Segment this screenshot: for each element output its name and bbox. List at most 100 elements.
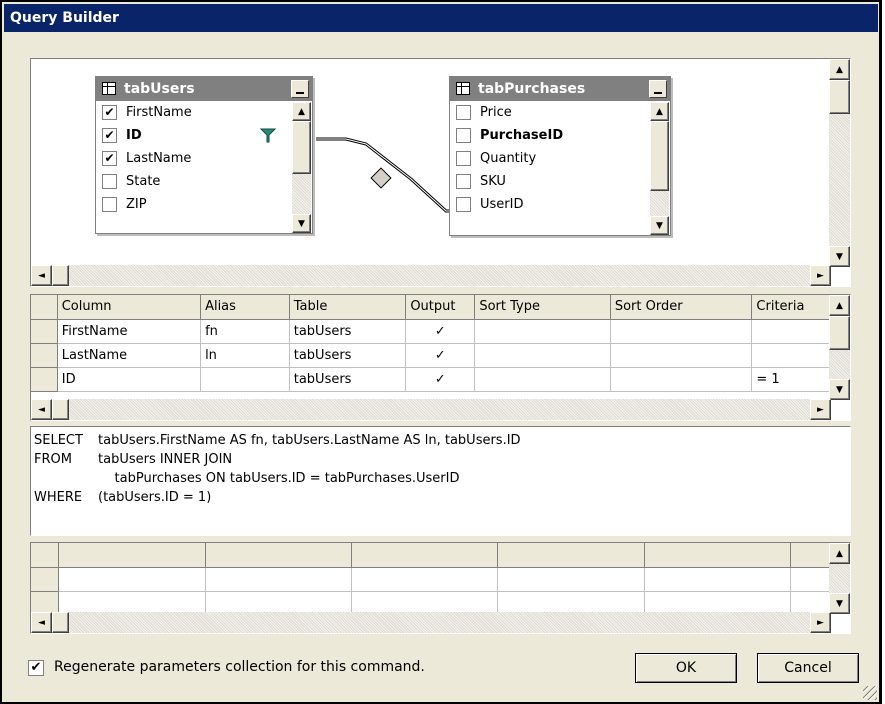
column-header[interactable] (497, 543, 645, 568)
scroll-left-icon[interactable]: ◄ (31, 265, 52, 286)
table-title-tabpurchases[interactable]: tabPurchases (450, 77, 670, 101)
column-checkbox[interactable]: ✔ (102, 128, 117, 143)
row-header[interactable] (31, 567, 60, 592)
table-column-item[interactable]: ✔ LastName (96, 147, 312, 170)
minimize-icon[interactable] (649, 80, 667, 98)
scroll-thumb[interactable] (292, 121, 311, 174)
cancel-button[interactable]: Cancel (757, 653, 859, 683)
criteria-grid-pane[interactable]: Column Alias Table Output Sort Type Sort Orde… (30, 294, 851, 421)
column-header[interactable] (58, 543, 206, 568)
sql-pane[interactable]: SELECT tabUsers.FirstName AS fn, tabUsers… (30, 426, 851, 536)
grid-cell[interactable] (205, 567, 353, 592)
table-column-item[interactable]: ZIP (96, 193, 312, 216)
diagram-vscroll[interactable]: ▲ ▼ (829, 59, 850, 267)
table-row[interactable] (31, 567, 831, 592)
table-column-item[interactable]: Quantity (450, 147, 670, 170)
scroll-up-icon[interactable]: ▲ (292, 102, 311, 121)
grid-cell[interactable] (610, 319, 753, 344)
diagram-pane[interactable]: tabUsers ✔ FirstName ✔ ID ✔ LastName State ZIP … (30, 58, 851, 287)
grid-cell[interactable] (474, 343, 611, 368)
column-header[interactable] (205, 543, 353, 568)
column-header[interactable] (790, 543, 831, 568)
grid-cell[interactable]: ln (200, 343, 290, 368)
scroll-up-icon[interactable]: ▲ (650, 102, 669, 121)
grid-cell[interactable]: fn (200, 319, 290, 344)
grid-cell[interactable] (751, 343, 831, 368)
column-checkbox[interactable] (456, 197, 471, 212)
table-column-item[interactable]: Price (450, 101, 670, 124)
scroll-up-icon[interactable]: ▲ (829, 59, 850, 80)
row-header[interactable] (31, 543, 60, 568)
grid-cell[interactable]: tabUsers (289, 319, 407, 344)
scroll-down-icon[interactable]: ▼ (650, 216, 669, 235)
column-header[interactable]: Sort Type (474, 295, 611, 320)
row-header[interactable] (31, 591, 60, 614)
scroll-left-icon[interactable]: ◄ (31, 399, 52, 420)
column-header[interactable] (351, 543, 499, 568)
column-checkbox[interactable]: ✔ (102, 151, 117, 166)
minimize-icon[interactable] (291, 80, 309, 98)
column-header[interactable]: Sort Order (610, 295, 753, 320)
column-header[interactable]: Column (57, 295, 202, 320)
ok-button[interactable]: OK (635, 653, 737, 683)
column-header[interactable]: Criteria (751, 295, 831, 320)
row-header[interactable] (31, 367, 58, 392)
grid-cell[interactable] (474, 319, 611, 344)
column-checkbox[interactable] (456, 105, 471, 120)
regenerate-label[interactable]: Regenerate parameters collection for thi… (54, 659, 425, 675)
row-header[interactable] (31, 319, 58, 344)
table-box-tabpurchases[interactable]: tabPurchases Price PurchaseID Quantity SKU U… (449, 76, 671, 236)
grid-cell[interactable] (751, 319, 831, 344)
column-header[interactable]: Alias (200, 295, 290, 320)
grid-cell[interactable]: ✓ (405, 343, 476, 368)
scroll-right-icon[interactable]: ► (810, 265, 831, 286)
grid-cell[interactable] (644, 567, 792, 592)
table-column-item[interactable]: ✔ FirstName (96, 101, 312, 124)
grid-cell[interactable]: ✓ (405, 367, 476, 392)
grid-hscroll[interactable]: ◄ ► (31, 399, 831, 420)
column-checkbox[interactable] (102, 197, 117, 212)
grid-vscroll[interactable]: ▲ ▼ (829, 295, 850, 400)
grid-cell[interactable] (351, 567, 499, 592)
table-column-item[interactable]: ✔ ID (96, 124, 312, 147)
scroll-thumb[interactable] (829, 80, 850, 114)
table-column-item[interactable]: SKU (450, 170, 670, 193)
scroll-thumb[interactable] (650, 121, 669, 191)
column-header[interactable]: Table (289, 295, 407, 320)
column-header[interactable] (644, 543, 792, 568)
diagram-hscroll[interactable]: ◄ ► (31, 265, 831, 286)
grid-cell[interactable]: = 1 (751, 367, 831, 392)
column-checkbox[interactable] (456, 174, 471, 189)
grid-cell[interactable] (610, 367, 753, 392)
scroll-thumb[interactable] (829, 316, 850, 350)
table-row[interactable]: ID tabUsers ✓ = 1 (31, 367, 831, 392)
grid-cell[interactable] (58, 591, 206, 614)
table-scrollbar[interactable]: ▲ ▼ (650, 102, 669, 235)
grid-cell[interactable]: ✓ (405, 319, 476, 344)
scroll-thumb[interactable] (52, 612, 69, 633)
table-row[interactable]: FirstName fn tabUsers ✓ (31, 319, 831, 344)
table-row[interactable] (31, 591, 831, 614)
column-checkbox[interactable] (456, 128, 471, 143)
grid-cell[interactable]: tabUsers (289, 367, 407, 392)
scroll-right-icon[interactable]: ► (810, 399, 831, 420)
grid-cell[interactable] (205, 591, 353, 614)
column-header[interactable]: Output (405, 295, 476, 320)
grid-corner[interactable] (31, 295, 58, 320)
results-hscroll[interactable]: ◄ ► (31, 612, 831, 633)
table-column-item[interactable]: State (96, 170, 312, 193)
grid-cell[interactable]: ID (57, 367, 202, 392)
results-pane[interactable]: ▲ ▼ ◄ ► (30, 542, 851, 634)
scroll-thumb[interactable] (52, 399, 69, 420)
table-box-tabusers[interactable]: tabUsers ✔ FirstName ✔ ID ✔ LastName State ZIP … (95, 76, 313, 234)
scroll-up-icon[interactable]: ▲ (829, 295, 850, 316)
grid-cell[interactable]: tabUsers (289, 343, 407, 368)
scroll-down-icon[interactable]: ▼ (829, 379, 850, 400)
grid-cell[interactable] (790, 591, 831, 614)
resize-grip-icon[interactable] (863, 686, 877, 700)
table-column-item[interactable]: PurchaseID (450, 124, 670, 147)
grid-cell[interactable] (497, 567, 645, 592)
scroll-down-icon[interactable]: ▼ (829, 593, 850, 614)
results-vscroll[interactable]: ▲ ▼ (829, 543, 850, 614)
table-column-item[interactable]: UserID (450, 193, 670, 216)
